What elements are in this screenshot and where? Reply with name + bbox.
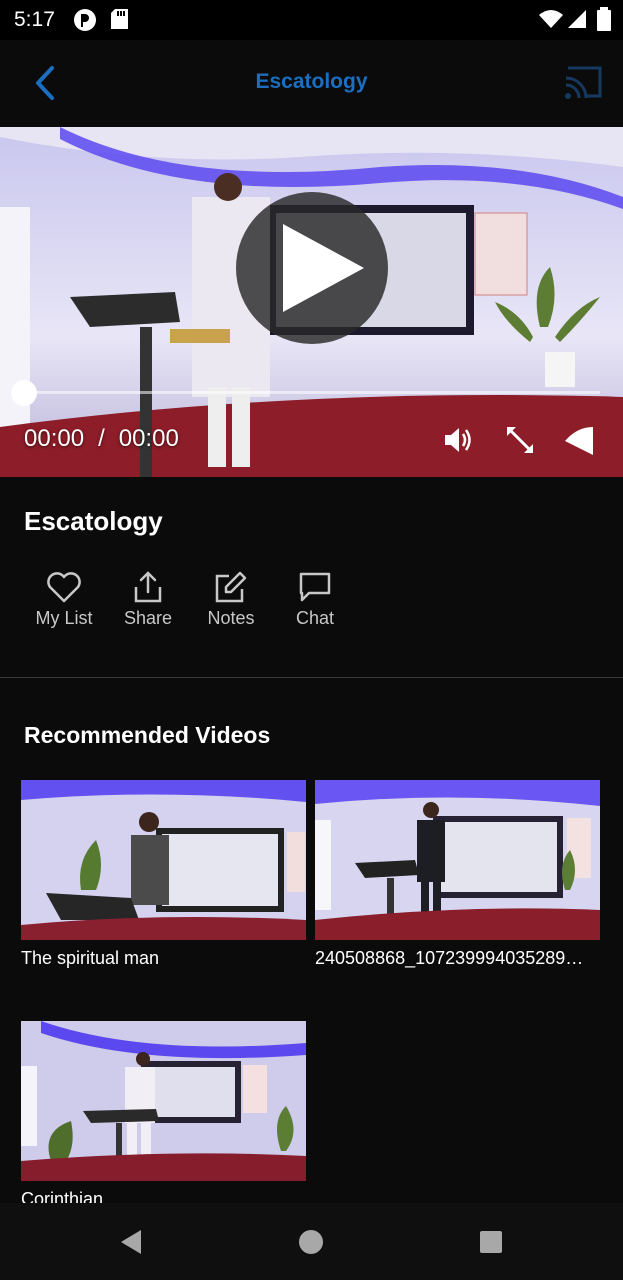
video-thumbnail <box>315 780 600 940</box>
time-separator: / <box>98 425 105 452</box>
system-nav-bar <box>0 1203 623 1280</box>
video-title: Escatology <box>24 506 163 536</box>
sd-card-icon <box>111 9 128 29</box>
chat-label: Chat <box>295 608 335 628</box>
app-bar: Escatology <box>0 40 623 127</box>
notes-button[interactable]: Notes <box>189 570 273 629</box>
share-icon <box>134 571 162 603</box>
play-button[interactable] <box>236 192 388 344</box>
cast-button[interactable] <box>560 62 606 104</box>
time-display: 00:00 / 00:00 <box>24 425 179 453</box>
notes-label: Notes <box>207 608 255 628</box>
video-thumbnail <box>21 780 306 940</box>
heart-icon <box>47 572 81 603</box>
duration: 00:00 <box>118 425 179 452</box>
page-title: Escatology <box>255 70 368 93</box>
battery-icon <box>597 7 611 31</box>
my-list-label: My List <box>35 608 93 628</box>
seek-bar[interactable] <box>24 391 600 394</box>
my-list-button[interactable]: My List <box>22 570 106 629</box>
edit-icon <box>215 571 247 603</box>
video-card-title: The spiritual man <box>21 948 160 968</box>
status-time: 5:17 <box>14 8 55 31</box>
status-bar: 5:17 <box>0 0 623 40</box>
video-player[interactable]: 00:00 / 00:00 <box>0 127 623 477</box>
nav-recents-button[interactable] <box>476 1227 506 1257</box>
video-card[interactable]: The spiritual man <box>21 780 306 969</box>
divider <box>0 677 623 678</box>
share-label: Share <box>123 608 173 628</box>
video-card[interactable]: Corinthian <box>21 1021 306 1210</box>
cell-signal-icon <box>568 10 586 28</box>
seek-thumb[interactable] <box>11 380 37 406</box>
share-button[interactable]: Share <box>106 570 190 629</box>
video-card[interactable]: 240508868_107239994035289… <box>315 780 600 969</box>
chat-icon <box>299 572 331 602</box>
quality-button[interactable] <box>563 423 597 457</box>
fullscreen-button[interactable] <box>503 423 537 457</box>
play-icon <box>283 224 364 312</box>
wifi-icon <box>539 10 563 28</box>
nav-home-button[interactable] <box>296 1227 326 1257</box>
nav-back-button[interactable] <box>116 1227 146 1257</box>
video-card-title: 240508868_107239994035289… <box>315 948 584 968</box>
video-thumbnail <box>21 1021 306 1181</box>
current-time: 00:00 <box>24 425 85 452</box>
recommended-title: Recommended Videos <box>24 722 271 748</box>
chat-button[interactable]: Chat <box>273 570 357 629</box>
app-notification-icon <box>74 9 96 31</box>
volume-button[interactable] <box>442 423 476 457</box>
